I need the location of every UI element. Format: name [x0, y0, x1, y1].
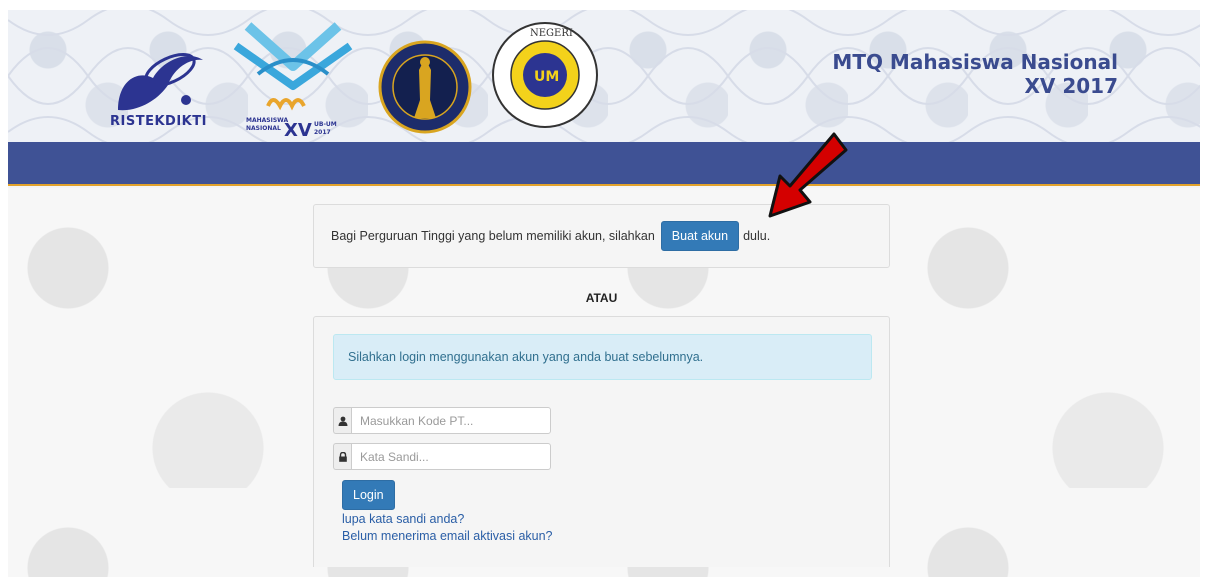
resend-activation-link[interactable]: Belum menerima email aktivasi akun? — [342, 529, 553, 543]
password-input[interactable] — [351, 443, 551, 470]
red-arrow-annotation — [768, 132, 848, 218]
ristekdikti-text: RISTEKDIKTI — [110, 114, 207, 129]
login-card: Silahkan login menggunakan akun yang and… — [313, 316, 890, 567]
user-icon — [333, 407, 351, 434]
um-text-negeri: NEGERI — [530, 28, 573, 39]
forgot-password-link[interactable]: lupa kata sandi anda? — [342, 512, 464, 526]
navbar — [8, 142, 1200, 186]
mtq-text-nasional: NASIONAL — [246, 125, 281, 132]
create-account-button[interactable]: Buat akun — [660, 221, 740, 251]
login-info-alert: Silahkan login menggunakan akun yang and… — [333, 334, 872, 380]
site-title-line1: MTQ Mahasiswa Nasional — [832, 50, 1118, 74]
mtq-tag: UB-UM — [314, 121, 337, 128]
mtq-year: 2017 — [314, 129, 331, 136]
ristekdikti-logo — [118, 53, 203, 111]
signup-text: Bagi Perguruan Tinggi yang belum memilik… — [331, 229, 655, 243]
universitas-negeri-malang-logo: UM NEGERI — [492, 22, 598, 128]
site-header: RISTEKDIKTI MAHASISWA MAHASISWA NASIONAL… — [8, 10, 1200, 142]
password-input-group — [333, 443, 551, 470]
code-input-group — [333, 407, 551, 434]
universitas-brawijaya-logo — [378, 40, 472, 134]
mtq-logo: MAHASISWA MAHASISWA NASIONAL XV UB-UM 20… — [233, 22, 353, 140]
lock-icon — [333, 443, 351, 470]
signup-text-after: dulu. — [743, 229, 771, 243]
separator-text: ATAU — [585, 291, 618, 305]
site-title-line2: XV 2017 — [1024, 74, 1118, 98]
mtq-numeral: XV — [284, 120, 312, 140]
mtq-text-mahasiswa: MAHASISWA — [246, 117, 289, 124]
login-button[interactable]: Login — [342, 480, 395, 510]
institution-code-input[interactable] — [351, 407, 551, 434]
site-title: MTQ Mahasiswa Nasional XV 2017 — [832, 50, 1118, 98]
um-emblem-text: UM — [534, 69, 559, 85]
